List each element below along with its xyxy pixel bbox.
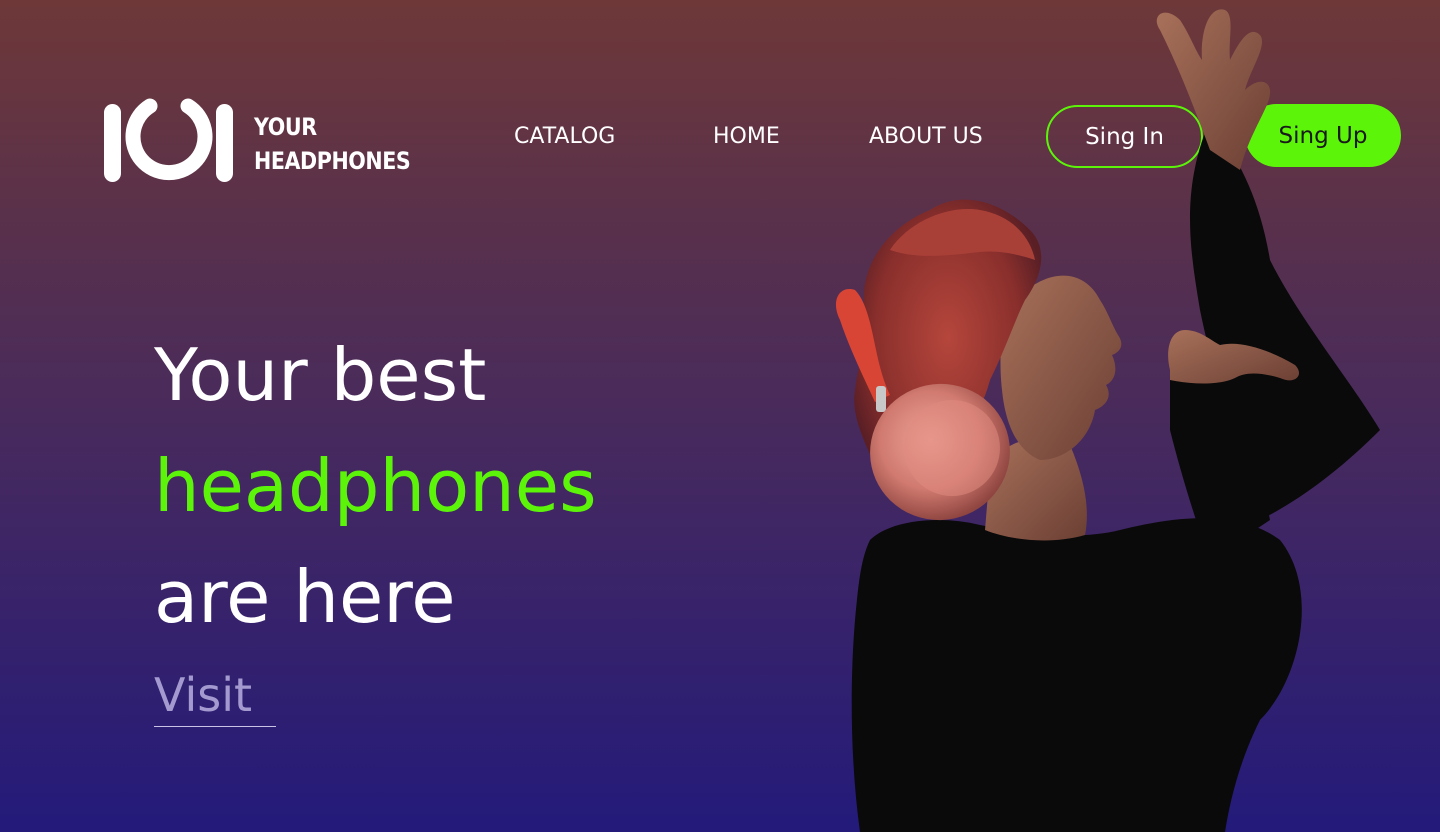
hero-photo-woman-with-headphones [835,9,1380,832]
brand-name-line2: HEADPHONES [254,147,411,175]
visit-link[interactable]: Visit [154,668,276,727]
brand-name: YOUR HEADPHONES [254,110,411,178]
brand-logo[interactable]: YOUR HEADPHONES [104,96,436,192]
hero-line-1: Your best [154,333,487,417]
nav-catalog-link[interactable]: CATALOG [514,124,615,149]
hero-line-2-accent: headphones [154,444,597,528]
hero-headline: Your best headphones are here [154,320,597,653]
headphones-logo-icon [104,98,233,182]
hero-line-3: are here [154,555,456,639]
brand-name-line1: YOUR [254,113,317,141]
